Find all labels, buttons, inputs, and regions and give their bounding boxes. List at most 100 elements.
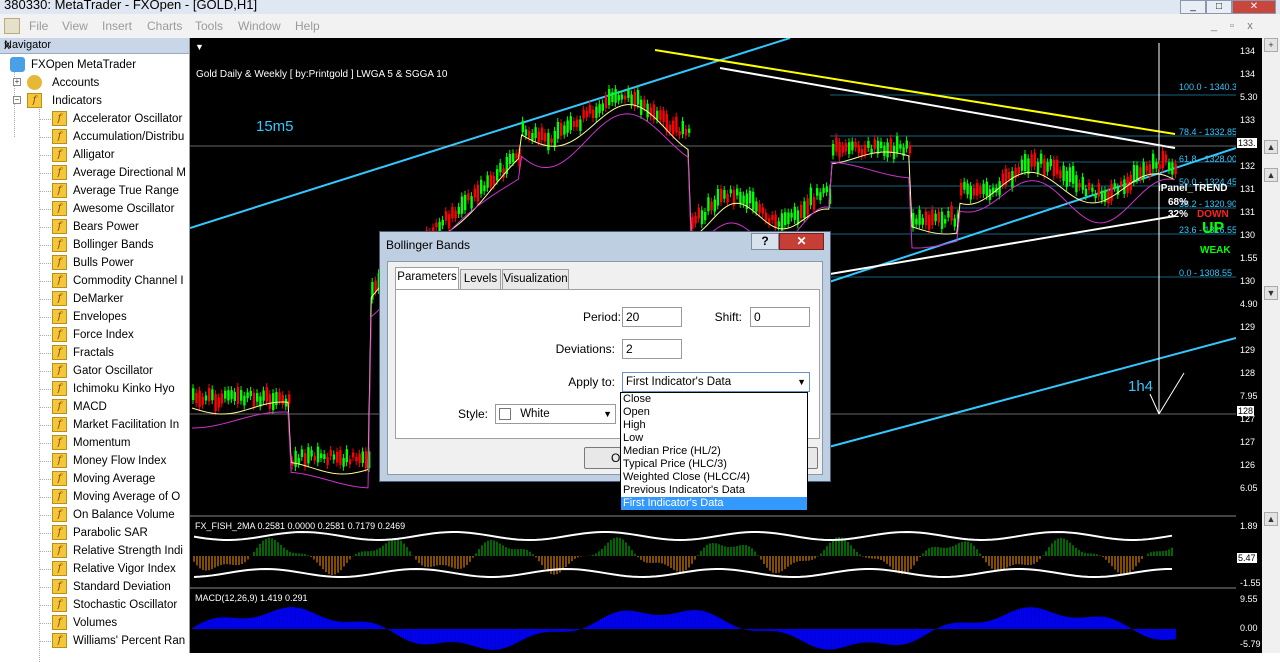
apply-option[interactable]: First Indicator's Data	[621, 497, 807, 510]
macd-bar	[540, 629, 542, 633]
candle-body	[1030, 154, 1032, 167]
candle-body	[704, 212, 706, 220]
scroll-icon-2[interactable]: ▲	[1264, 512, 1278, 526]
scroll-down-icon[interactable]: ▼	[1264, 286, 1278, 300]
apply-option[interactable]: Low	[621, 432, 807, 445]
macd-bar	[638, 612, 640, 629]
macd-bar	[982, 622, 984, 629]
macd-bar	[690, 610, 692, 629]
menu-charts[interactable]: Charts	[147, 19, 182, 33]
macd-bar	[208, 620, 210, 629]
candle-body	[682, 121, 684, 134]
macd-bar	[1044, 610, 1046, 629]
candle-body	[522, 121, 524, 133]
close-button[interactable]: ✕	[1232, 0, 1276, 14]
macd-bar	[476, 629, 478, 647]
macd-bar	[428, 629, 430, 644]
macd-bar	[612, 613, 614, 629]
apply-option[interactable]: Median Price (HL/2)	[621, 445, 807, 458]
macd-bar	[1094, 617, 1096, 629]
macd-bar	[718, 618, 720, 629]
macd-bar	[618, 611, 620, 629]
macd-bar	[500, 629, 502, 649]
menu-insert[interactable]: Insert	[102, 19, 132, 33]
candle-body	[256, 393, 258, 402]
apply-to-dropdown[interactable]: CloseOpenHighLowMedian Price (HL/2)Typic…	[620, 392, 808, 510]
apply-option[interactable]: High	[621, 419, 807, 432]
shift-input[interactable]: 0	[750, 307, 810, 327]
menu-window[interactable]: Window	[238, 19, 281, 33]
macd-bar	[812, 629, 814, 646]
candle-body	[592, 110, 594, 118]
menu-view[interactable]: View	[62, 19, 88, 33]
scroll-icon[interactable]: ▲	[1264, 168, 1278, 182]
macd-bar	[414, 629, 416, 643]
apply-option[interactable]: Typical Price (HLC/3)	[621, 458, 807, 471]
mdi-close-icon[interactable]: x	[1242, 18, 1258, 34]
macd-bar	[400, 629, 402, 637]
macd-bar	[992, 620, 994, 629]
macd-bar	[214, 618, 216, 629]
macd-bar	[896, 629, 898, 645]
apply-option[interactable]: Open	[621, 406, 807, 419]
menu-help[interactable]: Help	[295, 19, 320, 33]
candle-body	[1158, 164, 1160, 169]
candle-body	[294, 451, 296, 467]
macd-bar	[650, 614, 652, 629]
candle-body	[202, 397, 204, 405]
macd-bar	[350, 622, 352, 629]
period-input[interactable]: 20	[622, 307, 682, 327]
indicator-label: Volumes	[73, 614, 117, 632]
candle-body	[944, 219, 946, 223]
indicator-icon: f	[52, 129, 67, 144]
sub1-tick: 1.89	[1240, 521, 1258, 531]
menu-file[interactable]: File	[29, 19, 48, 33]
tab-levels[interactable]: Levels	[460, 269, 501, 289]
maximize-button[interactable]: □	[1206, 0, 1232, 14]
apply-to-select[interactable]: First Indicator's Data ▼	[622, 372, 810, 392]
macd-bar	[882, 629, 884, 644]
ok-button[interactable]: O	[584, 447, 624, 469]
help-button[interactable]: ?	[751, 233, 779, 250]
macd-bar	[772, 629, 774, 631]
candle-body	[848, 142, 850, 154]
mdi-restore-icon[interactable]: ▫	[1224, 18, 1240, 34]
macd-bar	[322, 617, 324, 629]
candle-body	[454, 211, 456, 218]
tab-visualization[interactable]: Visualization	[502, 269, 569, 289]
dialog-close-button[interactable]: ✕	[779, 233, 824, 250]
macd-bar	[1070, 617, 1072, 629]
macd-bar	[810, 629, 812, 645]
macd-bar	[846, 629, 848, 646]
style-select[interactable]: White ▼	[495, 404, 616, 424]
navigator-close-icon[interactable]: x	[4, 38, 186, 52]
zoom-in-icon[interactable]: +	[1264, 38, 1278, 52]
tab-parameters[interactable]: Parameters	[395, 267, 459, 289]
indicators-collapse-icon[interactable]: −	[13, 96, 21, 104]
candle-body	[205, 395, 207, 400]
minimize-button[interactable]: _	[1180, 0, 1206, 14]
scroll-up-icon[interactable]: ▲	[1264, 140, 1278, 154]
apply-option[interactable]: Close	[621, 393, 807, 406]
deviations-input[interactable]: 2	[622, 339, 682, 359]
mdi-minimize-icon[interactable]: _	[1206, 18, 1222, 34]
menu-tools[interactable]: Tools	[195, 19, 223, 33]
apply-option[interactable]: Previous Indicator's Data	[621, 484, 807, 497]
candle-body	[675, 117, 677, 133]
candle-body	[1094, 194, 1096, 198]
style-value: White	[520, 408, 549, 420]
candle-body	[819, 192, 821, 200]
candle-body	[195, 393, 197, 403]
apply-option[interactable]: Weighted Close (HLCC/4)	[621, 471, 807, 484]
macd-bar	[826, 629, 828, 650]
candle-body	[493, 176, 495, 185]
macd-bar	[536, 629, 538, 634]
chart-menu-icon[interactable]: ▼	[195, 42, 204, 52]
candle-body	[970, 186, 972, 199]
candle-body	[1075, 175, 1077, 192]
candle-body	[451, 207, 453, 219]
accounts-expand-icon[interactable]: +	[13, 78, 21, 86]
macd-bar	[412, 629, 414, 642]
candle-body	[643, 100, 645, 108]
macd-bar	[1156, 629, 1158, 639]
